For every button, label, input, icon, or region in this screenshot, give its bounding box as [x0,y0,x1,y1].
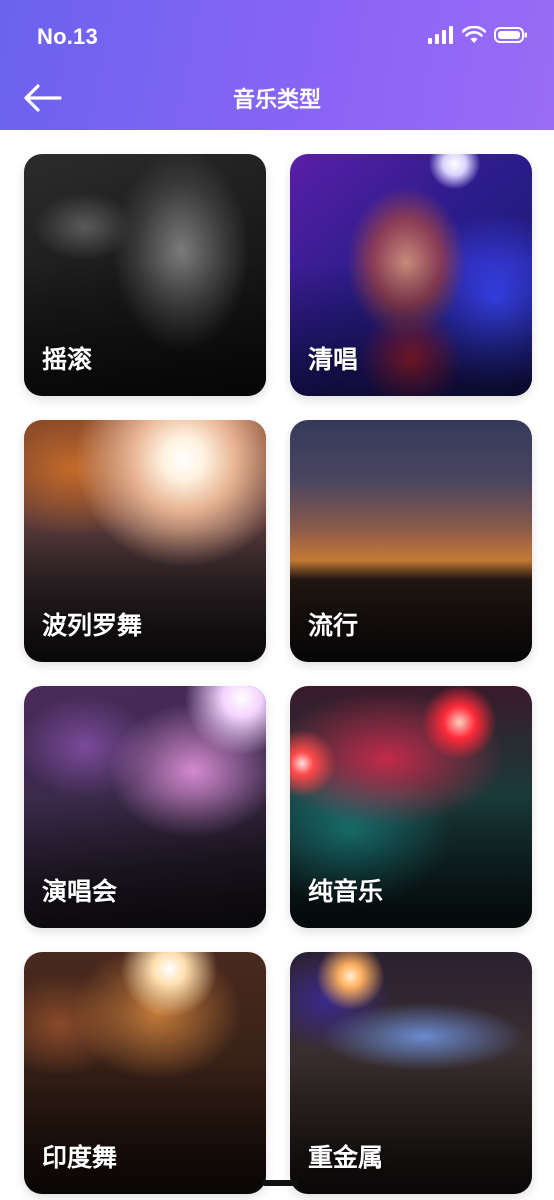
battery-icon [494,27,527,43]
genre-grid: 摇滚 清唱 波列罗舞 流行 演唱会 纯音乐 印度舞 重金属 [24,154,532,1194]
app-header: No.13 音乐类型 [0,0,554,130]
genre-label: 清唱 [308,345,359,374]
status-icons [428,26,528,44]
genre-card-instrumental[interactable]: 纯音乐 [290,686,532,928]
genre-label: 纯音乐 [308,877,384,906]
genre-label: 波列罗舞 [42,611,143,640]
genre-card-indian-dance[interactable]: 印度舞 [24,952,266,1194]
genre-label: 重金属 [308,1143,384,1172]
home-indicator [262,1180,298,1186]
genre-label: 印度舞 [42,1143,118,1172]
genre-card-rock[interactable]: 摇滚 [24,154,266,396]
genre-label: 演唱会 [42,877,118,906]
page-title: 音乐类型 [232,88,321,113]
status-time: No.13 [37,24,98,49]
signal-icon [428,26,453,44]
genre-label: 摇滚 [42,345,93,374]
genre-card-pop[interactable]: 流行 [290,420,532,662]
genre-card-concert[interactable]: 演唱会 [24,686,266,928]
wifi-icon [462,26,486,43]
genre-card-heavy-metal[interactable]: 重金属 [290,952,532,1194]
genre-card-bolero[interactable]: 波列罗舞 [24,420,266,662]
genre-card-acappella[interactable]: 清唱 [290,154,532,396]
genre-label: 流行 [308,611,359,640]
